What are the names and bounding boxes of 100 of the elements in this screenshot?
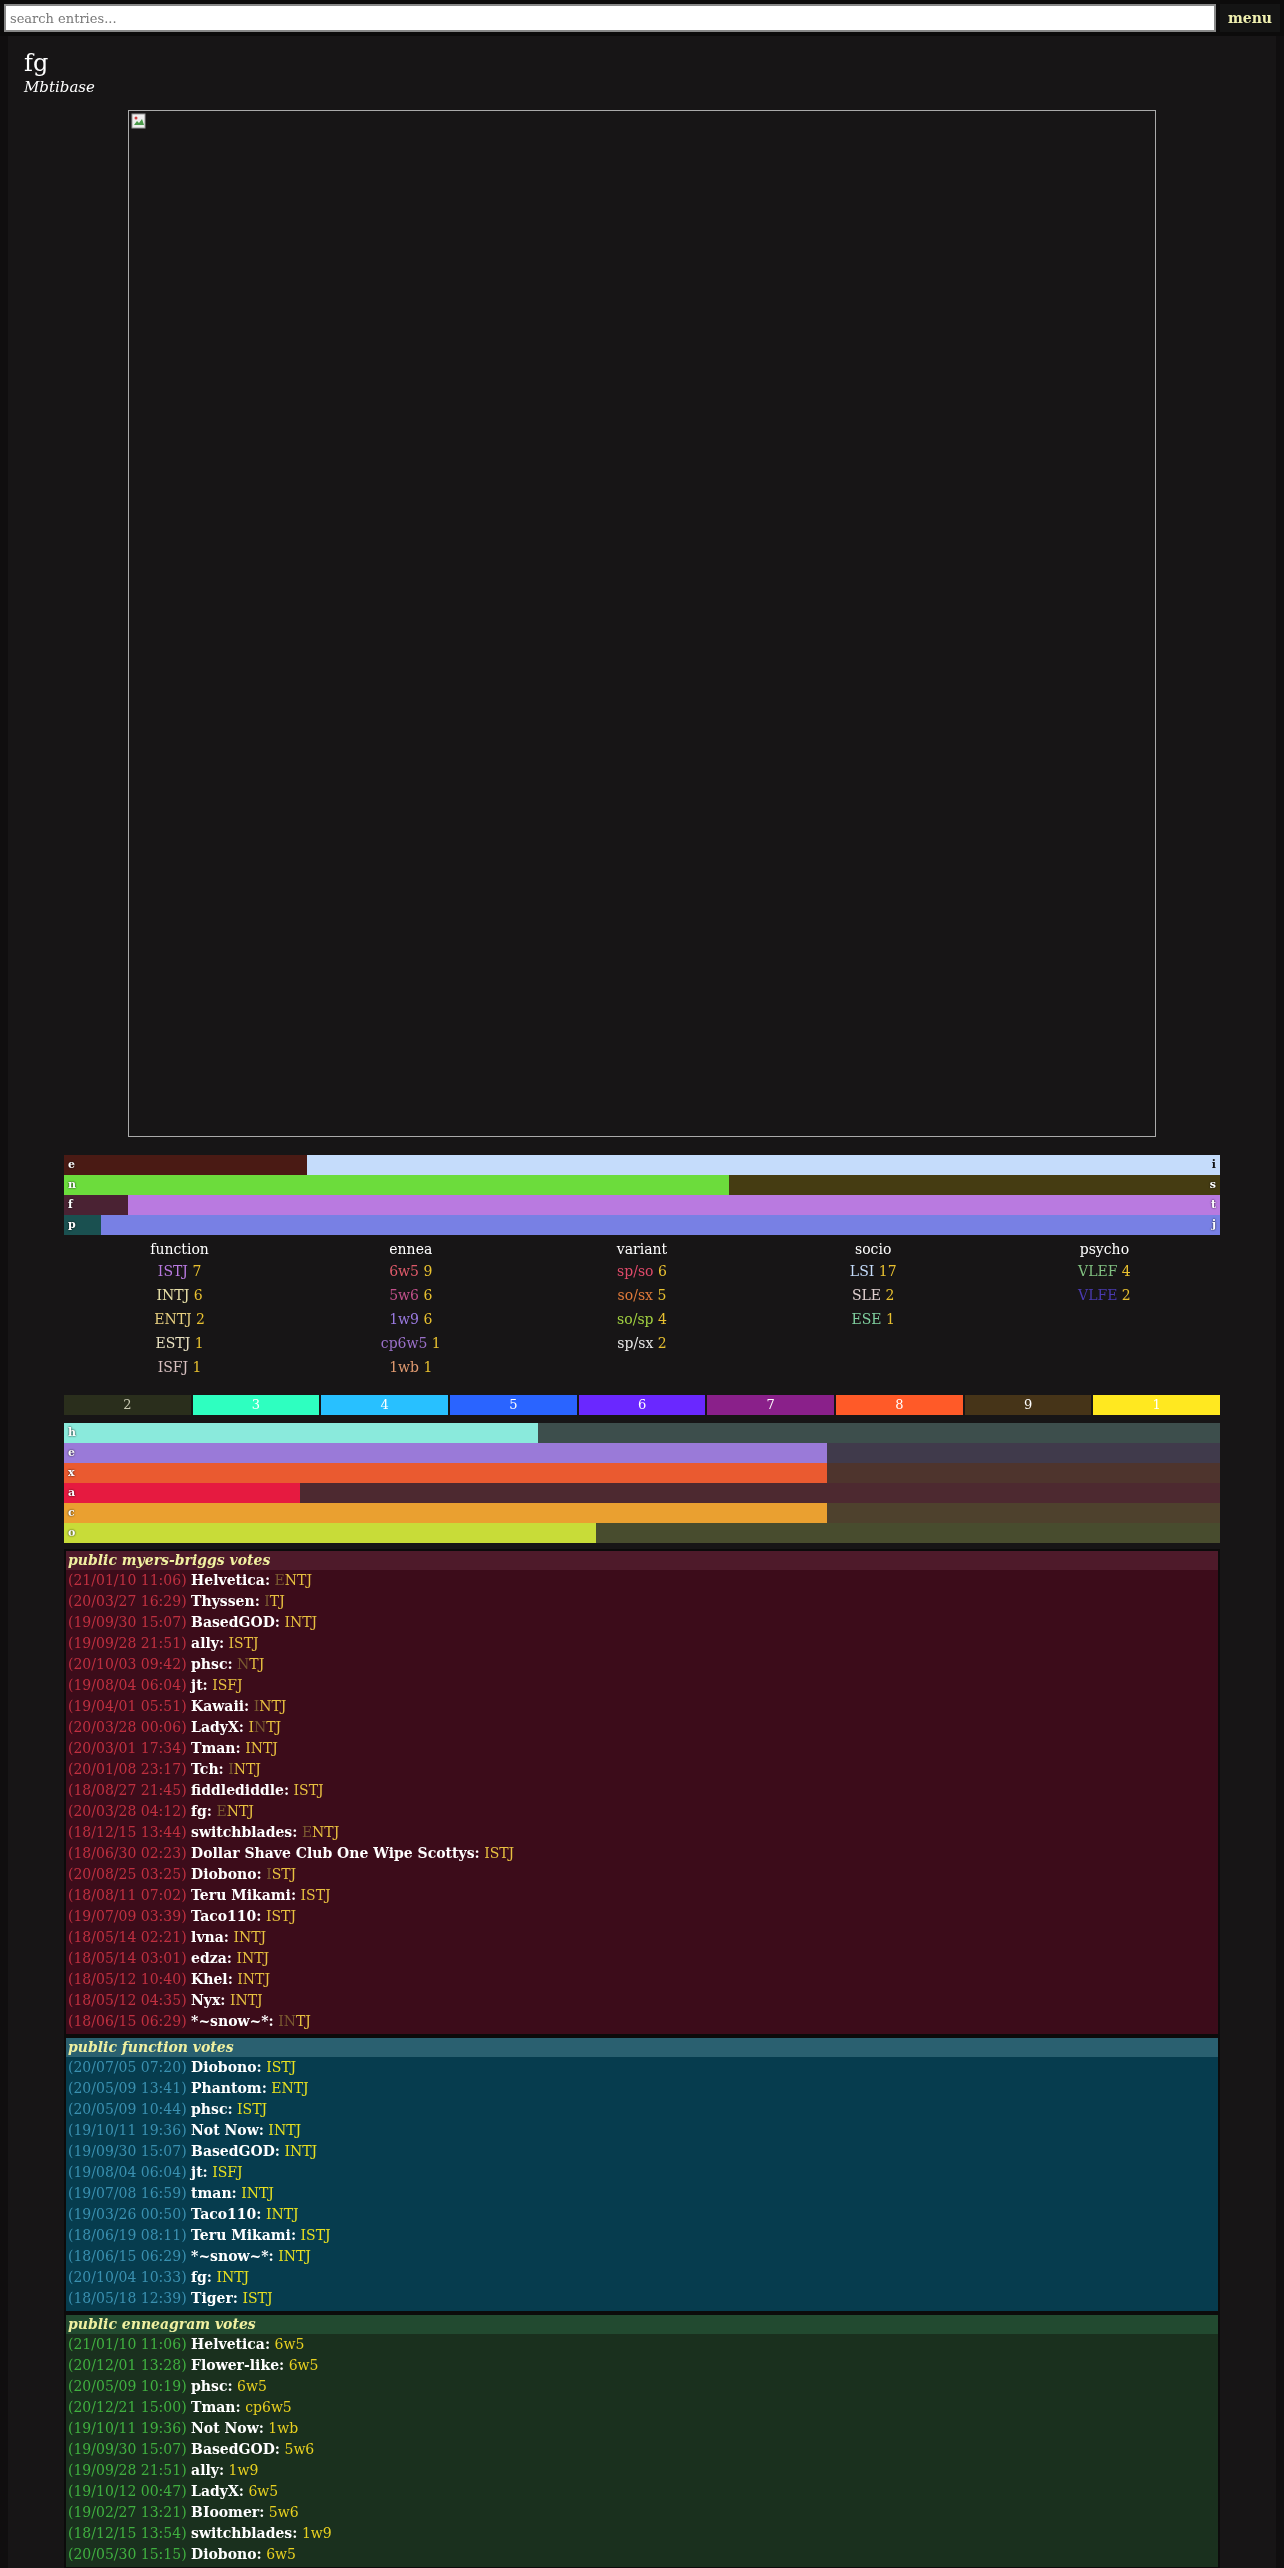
vote-entry: (19/09/30 15:07) BasedGOD: 5w6 <box>67 2440 316 2459</box>
site-name: Mbtibase <box>24 78 96 96</box>
vote-entry: (18/12/15 13:44) switchblades: ENTJ <box>67 1823 341 1842</box>
stat-entry: 6w5 9 <box>389 1262 433 1281</box>
vote-entry: (18/05/18 12:39) Tiger: ISTJ <box>67 2289 274 2308</box>
vote-entry: (20/12/01 13:28) Flower-like: 6w5 <box>67 2356 320 2375</box>
column-heading: function <box>150 1240 209 1259</box>
stat-entry: ESE 1 <box>851 1310 895 1329</box>
vote-entry: (19/09/28 21:51) ally: 1w9 <box>67 2461 260 2480</box>
vote-entry: (20/08/25 03:25) Diobono: ISTJ <box>67 1865 298 1884</box>
vote-entry: (18/06/15 06:29) *~snow~*: INTJ <box>67 2012 312 2031</box>
vote-entry: (20/01/08 23:17) Tch: INTJ <box>67 1760 262 1779</box>
stat-entry: VLFE 2 <box>1078 1286 1131 1305</box>
meter-label: o <box>68 1525 76 1541</box>
vote-entry: (19/09/30 15:07) BasedGOD: INTJ <box>67 2142 319 2161</box>
vote-entry: (19/04/01 05:51) Kawaii: INTJ <box>67 1697 288 1716</box>
vote-entry: (20/10/04 10:33) fg: INTJ <box>67 2268 251 2287</box>
vote-entry: (20/05/09 10:44) phsc: ISTJ <box>67 2100 269 2119</box>
vote-entry: (20/05/30 15:15) Diobono: 6w5 <box>67 2545 297 2564</box>
vote-entry: (21/01/10 11:06) Helvetica: ENTJ <box>67 1571 313 1590</box>
vote-entry: (19/02/27 13:21) BIoomer: 5w6 <box>67 2503 300 2522</box>
stat-entry: ISFJ 1 <box>157 1358 202 1377</box>
ennea-type-cell: 6 <box>578 1395 706 1415</box>
meter-label: p <box>68 1217 76 1233</box>
vote-entry: (18/06/30 02:23) Dollar Shave Club One Wipe Scottys: ISTJ <box>67 1844 516 1863</box>
vote-entry: (19/03/26 00:50) Taco110: INTJ <box>67 2205 300 2224</box>
ennea-type-cell: 4 <box>321 1395 448 1415</box>
panel-title: public enneagram votes <box>66 2315 1218 2334</box>
ennea-type-cell: 9 <box>964 1395 1092 1415</box>
search-field[interactable]: search entries... <box>4 4 1216 32</box>
stat-entry: 1w9 6 <box>389 1310 433 1329</box>
panel-title: public function votes <box>66 2038 1218 2057</box>
meter-label: j <box>1212 1217 1216 1233</box>
ennea-type-cell: 5 <box>450 1395 577 1415</box>
meter-label: n <box>68 1177 76 1193</box>
meter-label: h <box>68 1425 76 1441</box>
meter-label: c <box>68 1505 75 1521</box>
vote-entry: (20/03/27 16:29) Thyssen: ITJ <box>67 1592 286 1611</box>
stat-entry: 1wb 1 <box>389 1358 433 1377</box>
vote-entry: (19/10/11 19:36) Not Now: INTJ <box>67 2121 303 2140</box>
stat-entry: ISTJ 7 <box>157 1262 202 1281</box>
vote-entry: (19/08/04 06:04) jt: ISFJ <box>67 2163 244 2182</box>
column-heading: variant <box>616 1240 668 1259</box>
meter-label: f <box>68 1197 73 1213</box>
stat-entry: INTJ 6 <box>156 1286 203 1305</box>
meter-label: s <box>1209 1177 1216 1193</box>
vote-entry: (19/07/09 03:39) Taco110: ISTJ <box>67 1907 297 1926</box>
ennea-type-cell: 3 <box>192 1395 320 1415</box>
vote-entry: (19/10/12 00:47) LadyX: 6w5 <box>67 2482 280 2501</box>
vote-entry: (21/01/10 11:06) Helvetica: 6w5 <box>67 2335 306 2354</box>
stat-entry: so/sp 4 <box>617 1310 667 1329</box>
vote-entry: (20/05/09 13:41) Phantom: ENTJ <box>67 2079 310 2098</box>
ennea-type-cell: 2 <box>64 1395 191 1415</box>
meter-label: t <box>1210 1197 1216 1213</box>
ennea-type-cell: 1 <box>1093 1395 1221 1415</box>
vote-entry: (18/06/15 06:29) *~snow~*: INTJ <box>67 2247 312 2266</box>
stat-entry: sp/so 6 <box>617 1262 667 1281</box>
ennea-type-cell: 8 <box>836 1395 963 1415</box>
stat-entry: VLEF 4 <box>1078 1262 1131 1281</box>
menu-button[interactable]: menu <box>1219 4 1280 32</box>
vote-entry: (18/05/12 04:35) Nyx: INTJ <box>67 1991 264 2010</box>
meter-label: e <box>68 1157 75 1173</box>
stat-entry: cp6w5 1 <box>380 1334 441 1353</box>
vote-entry: (20/03/28 04:12) fg: ENTJ <box>67 1802 255 1821</box>
column-heading: ennea <box>389 1240 433 1259</box>
column-heading: psycho <box>1079 1240 1130 1259</box>
meter-label: e <box>68 1445 75 1461</box>
vote-entry: (20/12/21 15:00) Tman: cp6w5 <box>67 2398 293 2417</box>
vote-entry: (19/09/30 15:07) BasedGOD: INTJ <box>67 1613 319 1632</box>
vote-entry: (18/05/14 02:21) lvna: INTJ <box>67 1928 268 1947</box>
vote-entry: (19/08/04 06:04) jt: ISFJ <box>67 1676 244 1695</box>
vote-entry: (19/09/28 21:51) ally: ISTJ <box>67 1634 260 1653</box>
stat-entry: SLE 2 <box>851 1286 895 1305</box>
broken-image-icon <box>131 113 147 129</box>
vote-entry: (18/05/12 10:40) Khel: INTJ <box>67 1970 271 1989</box>
vote-entry: (20/07/05 07:20) Diobono: ISTJ <box>67 2058 298 2077</box>
vote-entry: (20/03/01 17:34) Tman: INTJ <box>67 1739 279 1758</box>
meter-label: i <box>1211 1157 1216 1173</box>
stat-entry: sp/sx 2 <box>617 1334 667 1353</box>
column-heading: socio <box>855 1240 892 1259</box>
stat-entry: 5w6 6 <box>389 1286 433 1305</box>
vote-entry: (18/05/14 03:01) edza: INTJ <box>67 1949 271 1968</box>
vote-entry: (20/03/28 00:06) LadyX: INTJ <box>67 1718 283 1737</box>
vote-entry: (18/08/27 21:45) fiddlediddle: ISTJ <box>67 1781 325 1800</box>
vote-entry: (18/12/15 13:54) switchblades: 1w9 <box>67 2524 333 2543</box>
ennea-type-cell: 7 <box>707 1395 835 1415</box>
vote-entry: (18/06/19 08:11) Teru Mikami: ISTJ <box>67 2226 332 2245</box>
vote-entry: (19/10/11 19:36) Not Now: 1wb <box>67 2419 300 2438</box>
vote-entry: (18/08/11 07:02) Teru Mikami: ISTJ <box>67 1886 332 1905</box>
profile-name: fg <box>24 48 50 78</box>
meter-label: x <box>68 1465 75 1481</box>
vote-entry: (20/10/03 09:42) phsc: NTJ <box>67 1655 266 1674</box>
vote-entry: (19/07/08 16:59) tman: INTJ <box>67 2184 275 2203</box>
stat-entry: so/sx 5 <box>617 1286 667 1305</box>
vote-entry: (20/05/09 10:19) phsc: 6w5 <box>67 2377 268 2396</box>
stat-entry: ENTJ 2 <box>154 1310 205 1329</box>
panel-title: public myers-briggs votes <box>66 1551 1218 1570</box>
meter-label: a <box>68 1485 76 1501</box>
stat-entry: ESTJ 1 <box>155 1334 204 1353</box>
stat-entry: LSI 17 <box>849 1262 897 1281</box>
